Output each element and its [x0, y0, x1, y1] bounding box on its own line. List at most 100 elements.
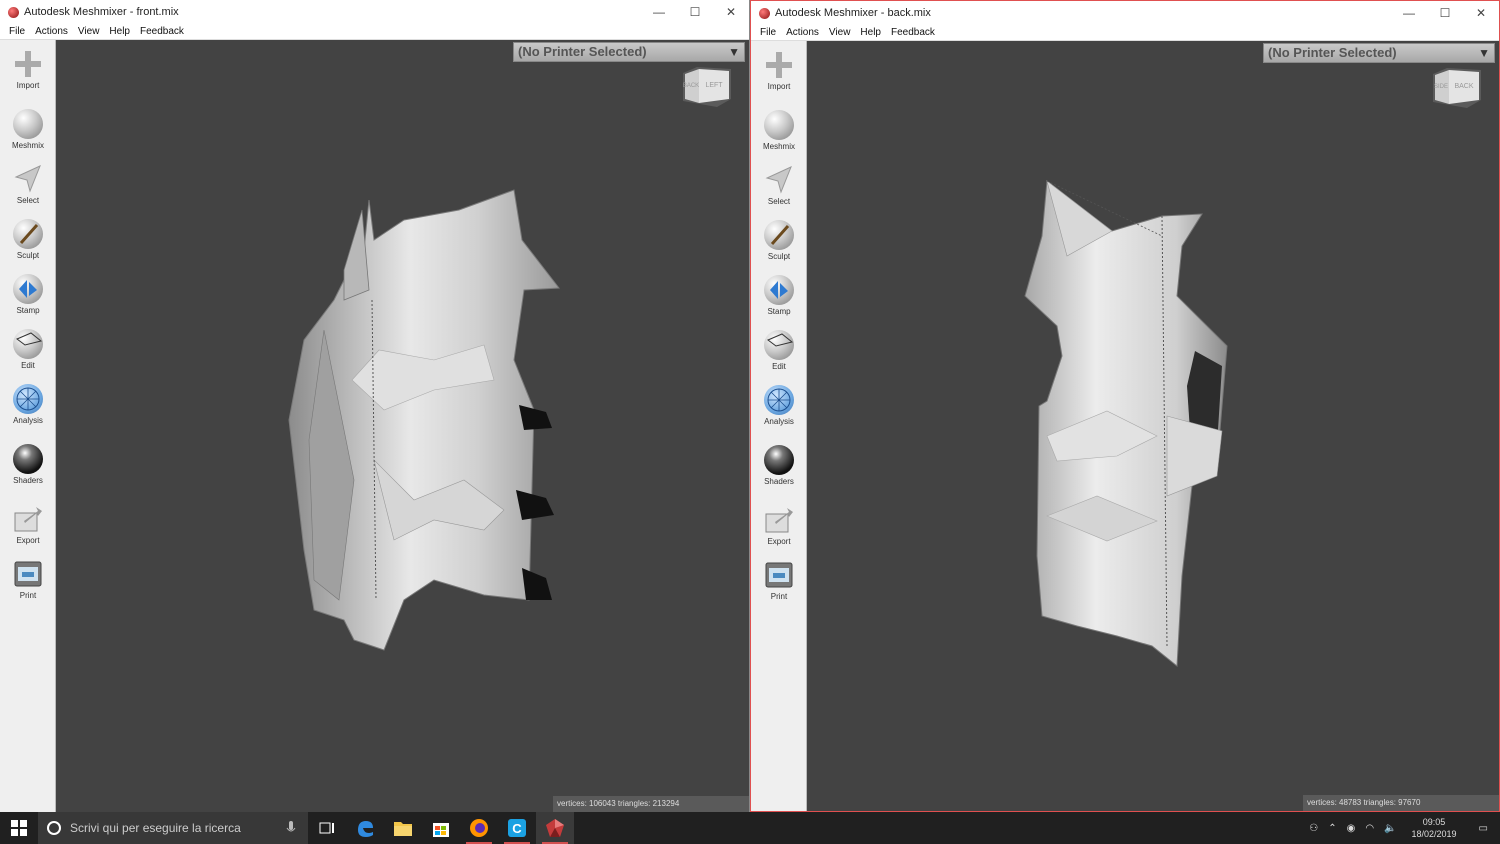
tool-label: Edit — [21, 361, 35, 370]
tool-analysis[interactable]: Analysis — [0, 383, 56, 433]
titlebar[interactable]: Autodesk Meshmixer - back.mix — ☐ ✕ — [751, 1, 1499, 25]
mesh-stats: vertices: 106043 triangles: 213294 — [553, 796, 749, 812]
minimize-button[interactable]: — — [641, 0, 677, 24]
tool-meshmix[interactable]: Meshmix — [0, 108, 56, 158]
cursor-arrow-icon — [12, 163, 44, 195]
titlebar[interactable]: Autodesk Meshmixer - front.mix — ☐ ✕ — [0, 0, 749, 24]
stamp-sphere-icon — [763, 274, 795, 306]
wifi-icon[interactable]: ◠ — [1360, 823, 1379, 834]
tool-analysis[interactable]: Analysis — [751, 384, 807, 434]
brush-sphere-icon — [763, 219, 795, 251]
taskbar-app-c[interactable]: C — [498, 812, 536, 844]
tool-select[interactable]: Select — [0, 163, 56, 213]
tool-label: Sculpt — [16, 251, 40, 260]
menubar: File Actions View Help Feedback — [0, 24, 749, 40]
menu-actions[interactable]: Actions — [781, 27, 824, 38]
tool-import[interactable]: Import — [751, 49, 807, 99]
tool-meshmix[interactable]: Meshmix — [751, 109, 807, 159]
tool-label: Edit — [772, 362, 786, 371]
tool-label: Select — [16, 196, 40, 205]
tool-import[interactable]: Import — [0, 48, 56, 98]
edit-wireframe-icon — [12, 328, 44, 360]
printer-dropdown[interactable]: (No Printer Selected) ▼ — [1263, 43, 1495, 63]
menu-file[interactable]: File — [4, 26, 30, 37]
tool-shaders[interactable]: Shaders — [0, 443, 56, 493]
tool-label: Stamp — [767, 307, 791, 316]
chevron-up-icon[interactable]: ⌃ — [1323, 823, 1341, 834]
mesh-model-front[interactable] — [284, 180, 564, 660]
start-button[interactable] — [0, 812, 38, 844]
steam-icon[interactable]: ◉ — [1342, 823, 1361, 834]
menubar: File Actions View Help Feedback — [751, 25, 1499, 41]
clock[interactable]: 09:05 18/02/2019 — [1402, 816, 1467, 840]
maximize-button[interactable]: ☐ — [1427, 1, 1463, 25]
menu-view[interactable]: View — [73, 26, 105, 37]
meshmixer-logo-icon — [8, 6, 19, 18]
printer-dropdown[interactable]: (No Printer Selected) ▼ — [513, 42, 745, 62]
menu-view[interactable]: View — [824, 27, 856, 38]
edit-wireframe-icon — [763, 329, 795, 361]
tool-edit[interactable]: Edit — [751, 329, 807, 379]
menu-actions[interactable]: Actions — [30, 26, 73, 37]
minimize-button[interactable]: — — [1391, 1, 1427, 25]
mesh-model-back[interactable] — [1017, 176, 1237, 676]
close-button[interactable]: ✕ — [713, 0, 749, 24]
tool-print[interactable]: Print — [751, 559, 807, 609]
tool-label: Select — [767, 197, 791, 206]
tool-print[interactable]: Print — [0, 558, 56, 608]
meshmixer-app-icon — [546, 819, 564, 837]
tool-export[interactable]: Export — [751, 504, 807, 554]
plus-icon — [763, 49, 795, 81]
tool-shaders[interactable]: Shaders — [751, 444, 807, 494]
tool-sculpt[interactable]: Sculpt — [0, 218, 56, 268]
menu-feedback[interactable]: Feedback — [886, 27, 940, 38]
tool-select[interactable]: Select — [751, 164, 807, 214]
task-view-button[interactable] — [308, 812, 346, 844]
menu-help[interactable]: Help — [104, 26, 135, 37]
tool-edit[interactable]: Edit — [0, 328, 56, 378]
brush-sphere-icon — [12, 218, 44, 250]
tool-sculpt[interactable]: Sculpt — [751, 219, 807, 269]
microphone-icon[interactable] — [286, 821, 296, 835]
3d-viewport[interactable]: (No Printer Selected) ▼ BACK LEFT vertic… — [56, 40, 749, 812]
cube-face-side: SIDE — [1434, 84, 1448, 90]
tool-label: Print — [19, 591, 37, 600]
taskbar-meshmixer[interactable] — [536, 812, 574, 844]
volume-icon[interactable]: 🔈 — [1379, 823, 1401, 834]
clock-time: 09:05 — [1422, 817, 1446, 827]
window-title: Autodesk Meshmixer - front.mix — [24, 6, 179, 18]
3d-viewport[interactable]: (No Printer Selected) ▼ SIDE BACK vertic… — [807, 41, 1499, 811]
taskbar-edge[interactable] — [346, 812, 384, 844]
view-cube[interactable]: BACK LEFT — [681, 65, 733, 109]
shader-sphere-icon — [763, 444, 795, 476]
menu-feedback[interactable]: Feedback — [135, 26, 189, 37]
tool-label: Print — [770, 592, 788, 601]
tool-label: Export — [16, 536, 40, 545]
shader-sphere-icon — [12, 443, 44, 475]
cube-face-back: BACK — [683, 83, 699, 89]
tool-label: Meshmix — [11, 141, 44, 150]
people-icon[interactable]: ⚇ — [1304, 823, 1323, 834]
printer-selected-value: (No Printer Selected) — [1268, 45, 1397, 60]
close-button[interactable]: ✕ — [1463, 1, 1499, 25]
cube-face-back: BACK — [1454, 83, 1473, 90]
printer-selected-value: (No Printer Selected) — [518, 44, 647, 59]
taskbar-search[interactable]: Scrivi qui per eseguire la ricerca — [38, 812, 308, 844]
taskbar-store[interactable] — [422, 812, 460, 844]
tool-stamp[interactable]: Stamp — [751, 274, 807, 324]
notifications-icon[interactable]: ▭ — [1467, 823, 1500, 834]
task-view-icon — [319, 822, 334, 834]
taskbar-file-explorer[interactable] — [384, 812, 422, 844]
menu-file[interactable]: File — [755, 27, 781, 38]
plus-icon — [12, 48, 44, 80]
tool-stamp[interactable]: Stamp — [0, 273, 56, 323]
maximize-button[interactable]: ☐ — [677, 0, 713, 24]
export-arrow-icon — [763, 504, 795, 536]
taskbar-firefox[interactable] — [460, 812, 498, 844]
view-cube[interactable]: SIDE BACK — [1431, 66, 1483, 110]
tool-export[interactable]: Export — [0, 503, 56, 553]
export-arrow-icon — [12, 503, 44, 535]
menu-help[interactable]: Help — [855, 27, 886, 38]
tool-sidebar: Import Meshmix Select Sculpt Stamp Edit … — [751, 41, 807, 811]
tool-label: Import — [767, 82, 791, 91]
